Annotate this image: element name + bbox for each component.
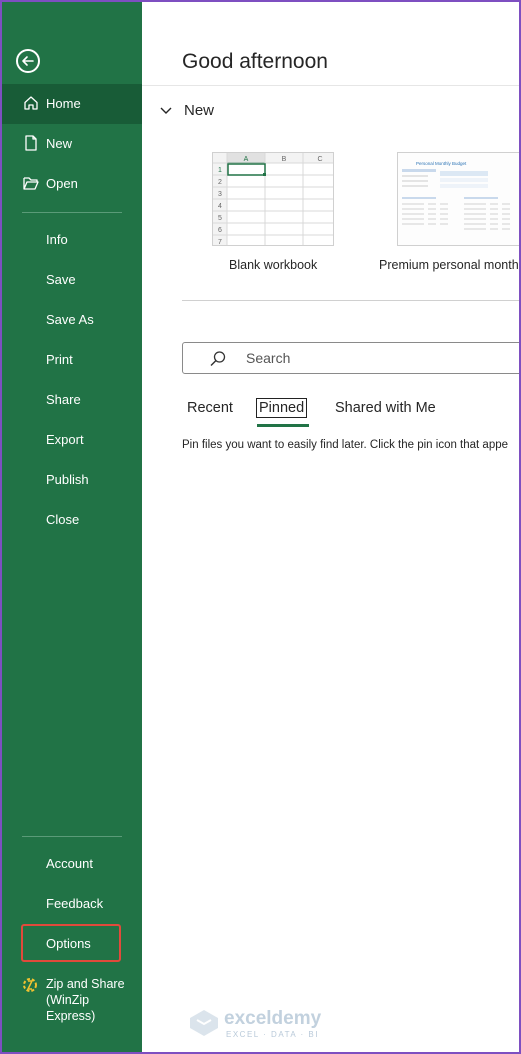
col-header-a: A (244, 156, 249, 163)
template-personal-monthly-budget-label: Premium personal monthly (379, 258, 519, 272)
nav-new-label: New (46, 136, 73, 151)
nav-close-label: Close (46, 512, 80, 527)
tab-recent[interactable]: Recent (185, 398, 235, 418)
nav-publish-label: Publish (46, 472, 89, 487)
budget-template-preview: Personal Monthly Budget (398, 153, 519, 245)
watermark-name: exceldemy (224, 1008, 322, 1029)
row-header-3: 3 (218, 191, 222, 198)
nav-close[interactable]: Close (2, 500, 142, 540)
watermark-tagline: EXCEL · DATA · BI (226, 1030, 319, 1039)
backstage-window: Home New Open Info Save Save As Print Sh… (2, 2, 519, 1052)
nav-print-label: Print (46, 352, 73, 367)
row-header-7: 7 (218, 239, 222, 245)
nav-zip-and-share[interactable]: Zip and Share (WinZip Express) (46, 976, 136, 1024)
tab-shared-with-me[interactable]: Shared with Me (333, 398, 438, 418)
nav-save-as-label: Save As (46, 312, 94, 327)
row-header-1: 1 (218, 167, 222, 174)
section-divider (182, 300, 519, 301)
sidebar-divider (22, 212, 122, 213)
exceldemy-logo-icon (190, 1010, 218, 1036)
tab-pinned[interactable]: Pinned (256, 398, 308, 418)
nav-export[interactable]: Export (2, 420, 142, 460)
nav-feedback[interactable]: Feedback (2, 884, 142, 924)
nav-save-label: Save (46, 272, 76, 287)
new-document-icon (25, 135, 37, 151)
nav-home-label: Home (46, 96, 81, 111)
pinned-empty-hint: Pin files you want to easily find later.… (182, 439, 509, 451)
template-personal-monthly-budget[interactable]: Personal Monthly Budget (397, 152, 519, 246)
nav-open-label: Open (46, 176, 78, 191)
template-blank-workbook[interactable]: A B C 1 2 3 4 5 6 7 (212, 152, 334, 246)
backstage-sidebar: Home New Open Info Save Save As Print Sh… (2, 2, 142, 1052)
arrow-left-icon (22, 56, 34, 66)
nav-account-label: Account (46, 856, 93, 871)
nav-info-label: Info (46, 232, 68, 247)
nav-publish[interactable]: Publish (2, 460, 142, 500)
folder-open-icon (23, 177, 39, 190)
row-header-4: 4 (218, 203, 222, 210)
sidebar-divider-bottom (22, 836, 122, 837)
nav-account[interactable]: Account (2, 844, 142, 884)
row-header-6: 6 (218, 227, 222, 234)
nav-home[interactable]: Home (2, 84, 142, 124)
header-divider (142, 85, 519, 86)
col-header-c: C (317, 156, 322, 163)
greeting-title: Good afternoon (182, 50, 328, 73)
chevron-down-icon (160, 102, 174, 119)
search-input[interactable]: Search (182, 342, 519, 374)
row-header-5: 5 (218, 215, 222, 222)
col-header-b: B (282, 156, 287, 163)
new-section-label: New (184, 102, 215, 119)
nav-open[interactable]: Open (2, 164, 142, 204)
search-placeholder: Search (246, 350, 291, 366)
blank-workbook-preview: A B C 1 2 3 4 5 6 7 (213, 153, 333, 245)
nav-new[interactable]: New (2, 124, 142, 164)
back-button[interactable] (16, 49, 40, 73)
options-highlight-box (21, 924, 121, 962)
nav-export-label: Export (46, 432, 84, 447)
active-tab-indicator (257, 424, 309, 427)
nav-share[interactable]: Share (2, 380, 142, 420)
nav-share-label: Share (46, 392, 81, 407)
template-blank-workbook-label: Blank workbook (229, 258, 318, 272)
nav-info[interactable]: Info (2, 220, 142, 260)
budget-preview-title: Personal Monthly Budget (416, 161, 467, 166)
nav-print[interactable]: Print (2, 340, 142, 380)
winzip-icon (23, 978, 37, 992)
new-section-header[interactable]: New (160, 102, 214, 119)
nav-feedback-label: Feedback (46, 896, 104, 911)
nav-save[interactable]: Save (2, 260, 142, 300)
home-icon (24, 96, 38, 110)
backstage-main: Good afternoon New A B C 1 2 3 4 5 6 7 B… (142, 2, 519, 1052)
row-header-2: 2 (218, 179, 222, 186)
search-icon (210, 351, 226, 366)
nav-save-as[interactable]: Save As (2, 300, 142, 340)
